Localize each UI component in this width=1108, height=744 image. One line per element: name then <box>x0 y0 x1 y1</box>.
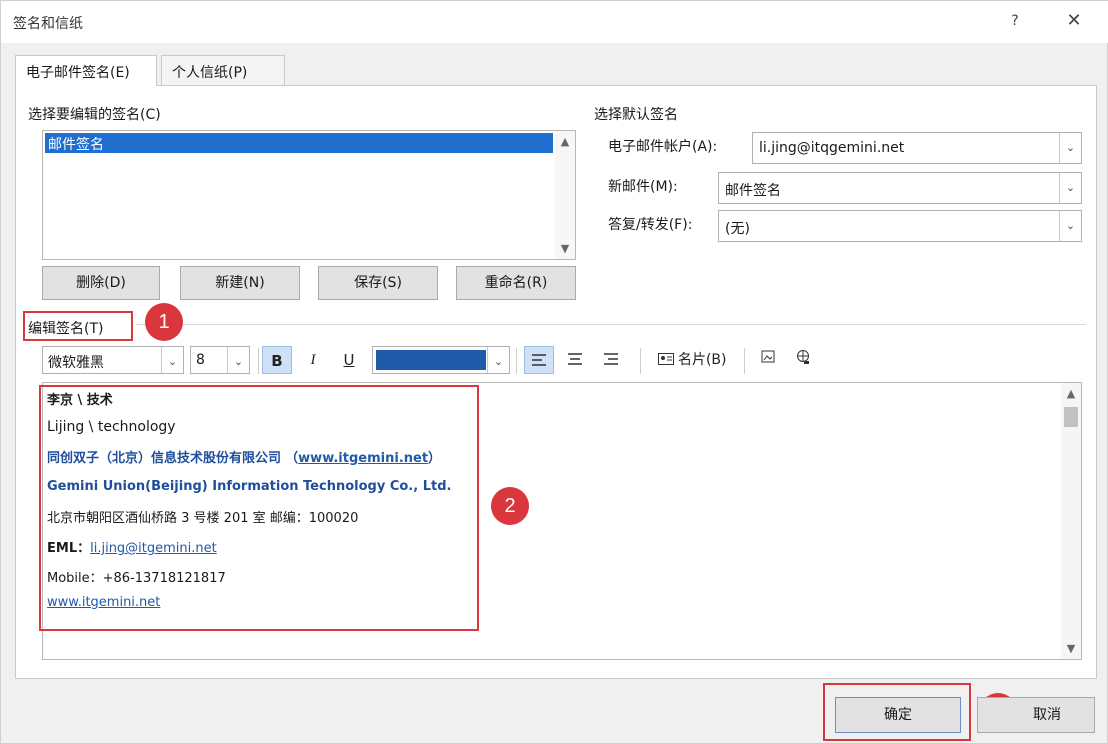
font-size-value: 8 <box>196 352 205 368</box>
align-right-icon <box>604 353 618 365</box>
close-icon[interactable]: ✕ <box>1059 7 1089 35</box>
reply-forward-value: (无) <box>725 221 750 237</box>
cancel-button[interactable]: 取消 <box>977 697 1095 733</box>
reply-forward-select[interactable]: (无) ⌄ <box>718 210 1082 242</box>
signature-list[interactable]: 邮件签名 ▲ ▼ <box>42 130 576 260</box>
tab-personal-stationery[interactable]: 个人信纸(P) <box>161 55 285 85</box>
font-value: 微软雅黑 <box>48 355 104 371</box>
new-message-select[interactable]: 邮件签名 ⌄ <box>718 172 1082 204</box>
scroll-down-icon[interactable]: ▼ <box>1061 642 1081 655</box>
business-card-label: 名片(B) <box>677 352 727 368</box>
picture-icon <box>761 350 775 363</box>
select-signature-label: 选择要编辑的签名(C) <box>28 107 161 123</box>
list-item[interactable]: 邮件签名 <box>45 133 553 153</box>
business-card-icon <box>657 353 674 365</box>
chevron-down-icon[interactable]: ⌄ <box>1059 173 1081 203</box>
editor-scrollbar[interactable]: ▲ ▼ <box>1061 383 1081 659</box>
save-button[interactable]: 保存(S) <box>318 266 438 300</box>
step-badge-2: 2 <box>491 487 529 525</box>
section-divider <box>136 324 1086 325</box>
color-swatch <box>376 350 486 370</box>
align-center-button[interactable] <box>560 346 590 374</box>
scroll-up-icon[interactable]: ▲ <box>1061 387 1081 400</box>
globe-link-icon <box>797 350 809 364</box>
window-title: 签名和信纸 <box>13 16 83 32</box>
tab-email-signature[interactable]: 电子邮件签名(E) <box>15 55 157 86</box>
signature-dialog: 签名和信纸 ? ✕ 电子邮件签名(E) 个人信纸(P) 选择要编辑的签名(C) … <box>0 0 1108 744</box>
account-value: li.jing@itqgemini.net <box>759 140 905 156</box>
italic-button[interactable]: I <box>298 346 328 374</box>
account-label: 电子邮件帐户(A): <box>608 139 718 155</box>
new-message-label: 新邮件(M): <box>608 179 678 195</box>
scroll-thumb[interactable] <box>1064 407 1078 427</box>
chevron-down-icon[interactable]: ⌄ <box>161 347 183 373</box>
toolbar-separator <box>516 348 517 374</box>
delete-button[interactable]: 删除(D) <box>42 266 160 300</box>
insert-hyperlink-button[interactable] <box>788 346 818 374</box>
list-scrollbar[interactable]: ▲ ▼ <box>555 131 575 259</box>
account-select[interactable]: li.jing@itqgemini.net ⌄ <box>752 132 1082 164</box>
font-select[interactable]: 微软雅黑 ⌄ <box>42 346 184 374</box>
reply-forward-label: 答复/转发(F): <box>608 217 693 233</box>
new-button[interactable]: 新建(N) <box>180 266 300 300</box>
highlight-box-ok <box>823 683 971 741</box>
highlight-box-signature <box>39 385 479 631</box>
chevron-down-icon[interactable]: ⌄ <box>1059 211 1081 241</box>
chevron-down-icon[interactable]: ⌄ <box>1059 133 1081 163</box>
help-button[interactable]: ? <box>1001 7 1029 35</box>
align-left-button[interactable] <box>524 346 554 374</box>
default-signature-label: 选择默认签名 <box>594 107 678 123</box>
insert-picture-button[interactable] <box>754 346 784 374</box>
font-size-select[interactable]: 8 ⌄ <box>190 346 250 374</box>
toolbar-separator <box>744 348 745 374</box>
align-left-icon <box>532 354 546 366</box>
toolbar-separator <box>258 348 259 374</box>
chevron-down-icon[interactable]: ⌄ <box>487 347 509 373</box>
font-color-select[interactable]: ⌄ <box>372 346 510 374</box>
chevron-down-icon[interactable]: ⌄ <box>227 347 249 373</box>
align-center-icon <box>568 353 582 365</box>
scroll-up-icon[interactable]: ▲ <box>555 135 575 148</box>
business-card-button[interactable]: 名片(B) <box>650 346 734 374</box>
scroll-down-icon[interactable]: ▼ <box>555 242 575 255</box>
align-right-button[interactable] <box>596 346 626 374</box>
title-bar: 签名和信纸 ? ✕ <box>1 1 1108 43</box>
new-message-value: 邮件签名 <box>725 183 781 199</box>
underline-button[interactable]: U <box>334 346 364 374</box>
step-badge-1: 1 <box>145 303 183 341</box>
highlight-box-edit-label <box>23 311 133 341</box>
bold-button[interactable]: B <box>262 346 292 374</box>
rename-button[interactable]: 重命名(R) <box>456 266 576 300</box>
toolbar-separator <box>640 348 641 374</box>
